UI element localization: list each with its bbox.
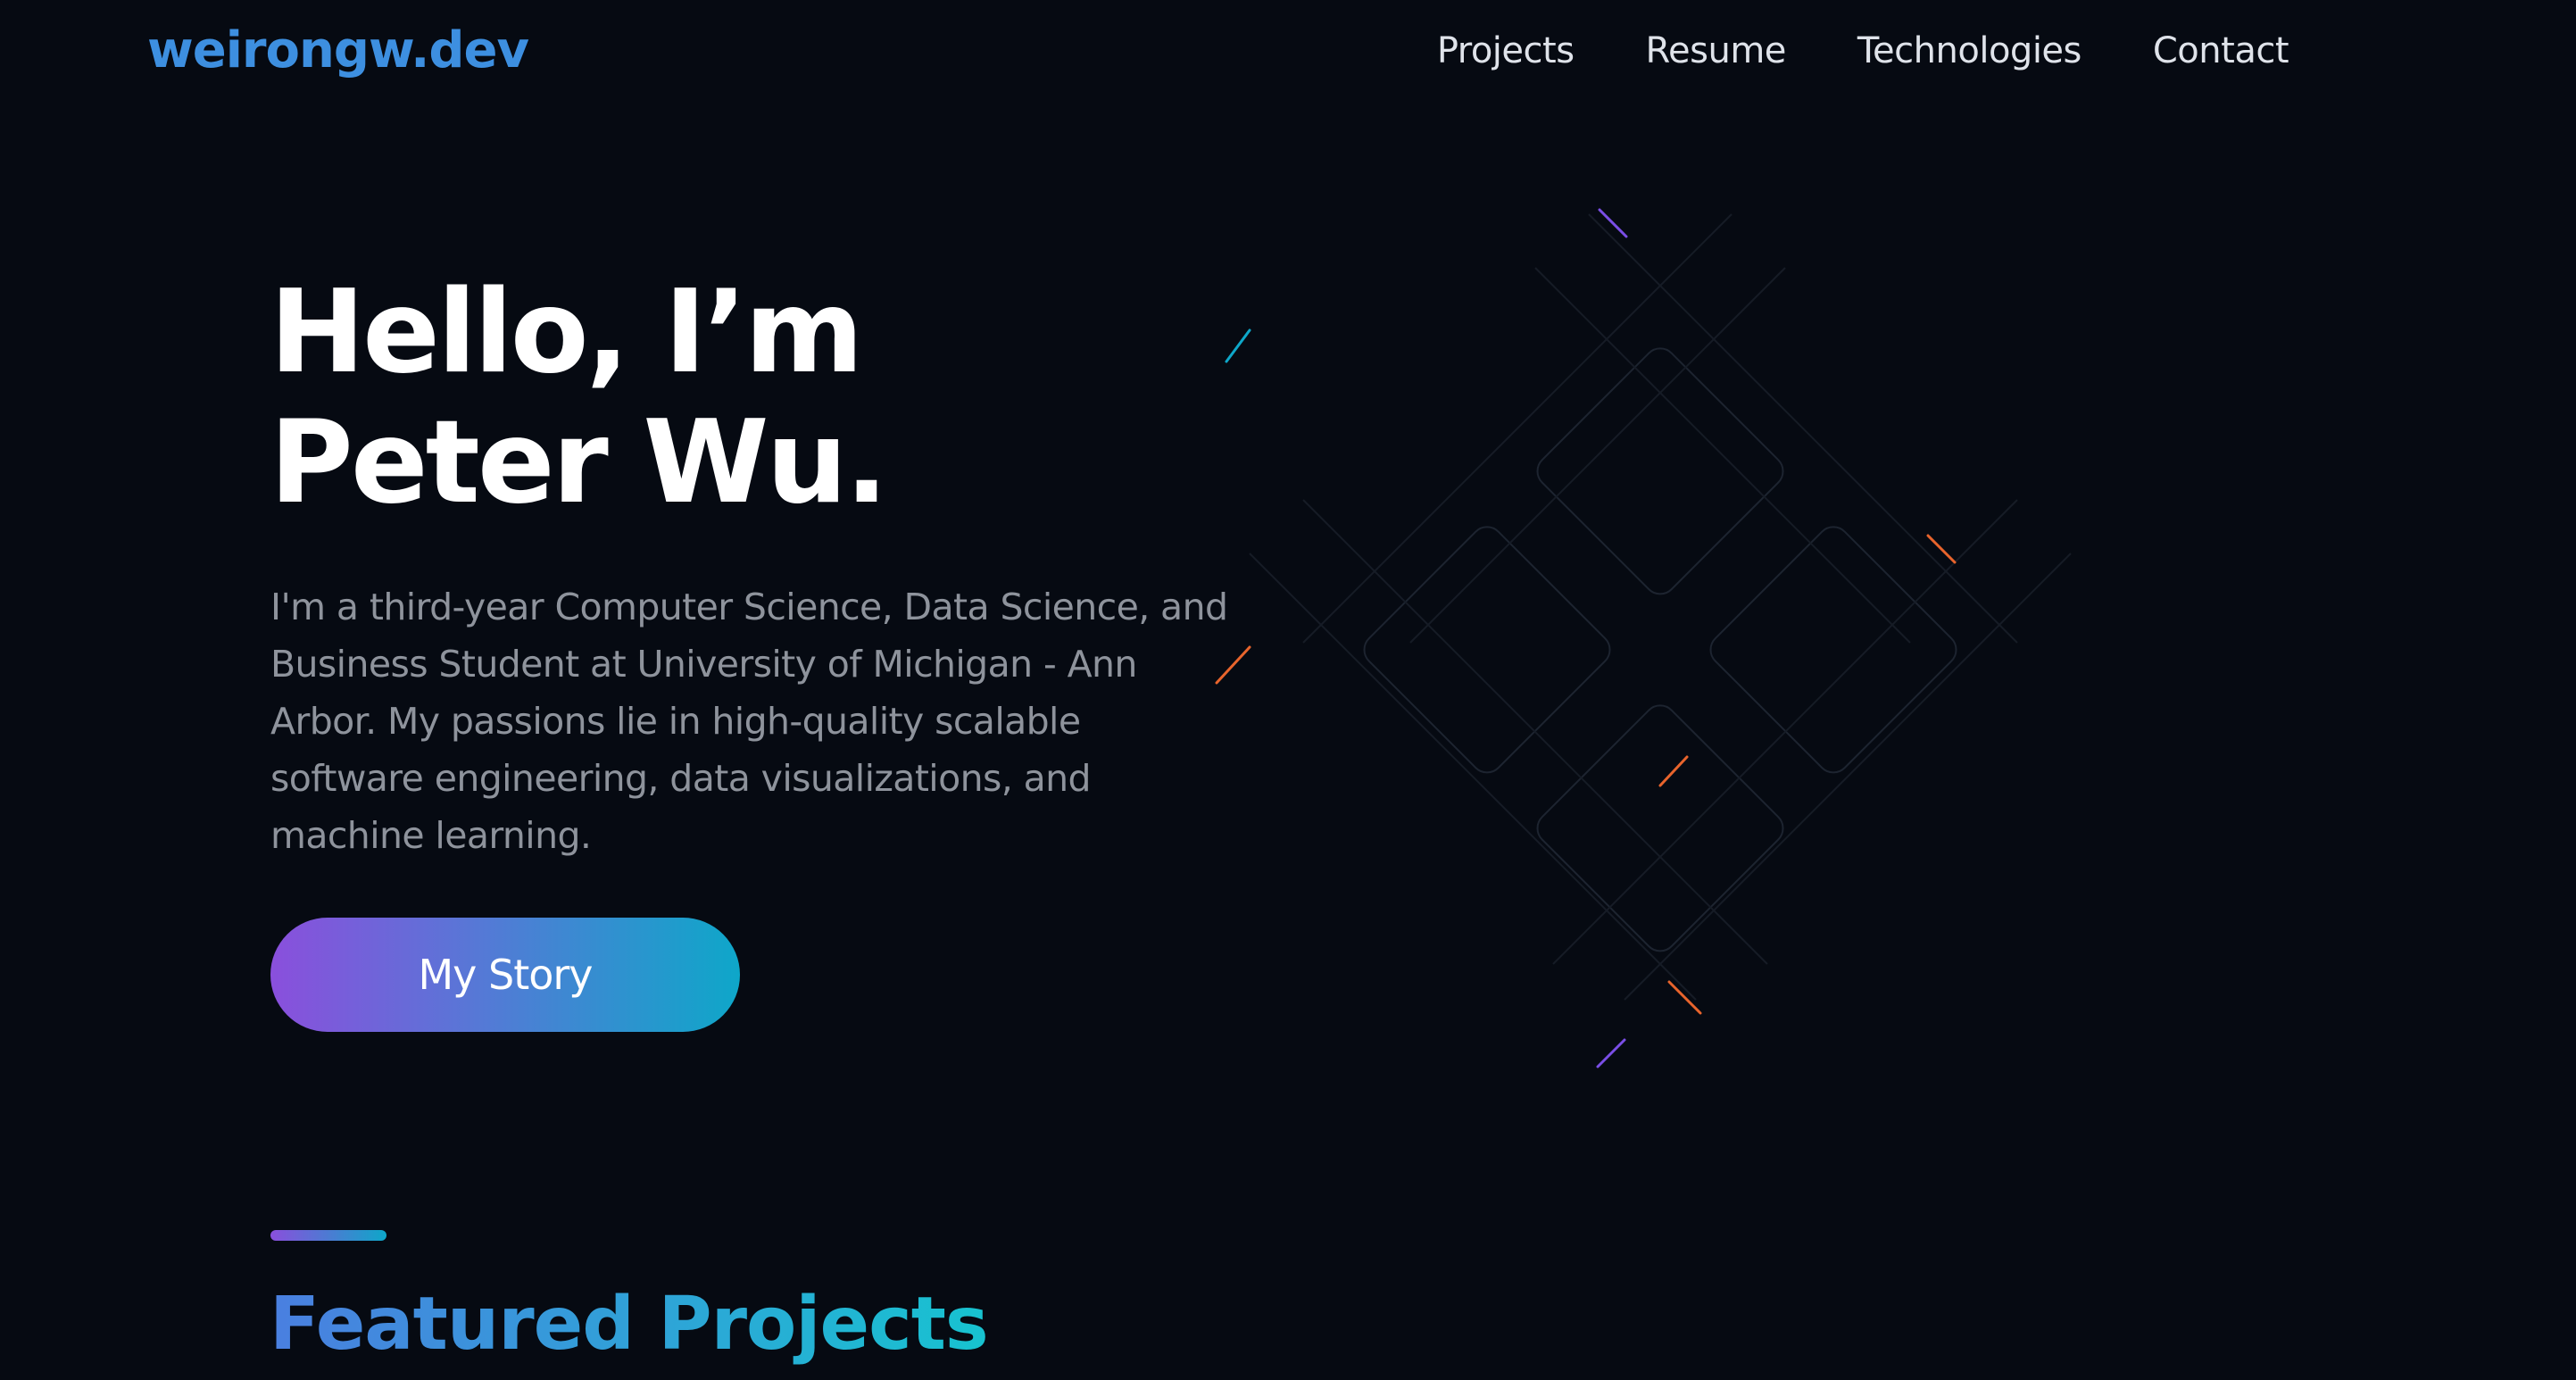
diamond-tile-right — [1709, 526, 1957, 774]
hero-title-line2: Peter Wu. — [270, 396, 888, 529]
page: weirongw.dev Projects Resume Technologie… — [0, 0, 2576, 1380]
accent-streak — [1215, 645, 1251, 685]
hero-description: I'm a third-year Computer Science, Data … — [270, 586, 1228, 857]
nav-link-projects[interactable]: Projects — [1437, 30, 1575, 71]
diamond-tile-left — [1363, 526, 1611, 774]
hero-title: Hello, I’m Peter Wu. — [270, 266, 888, 529]
diamond-tile-top — [1536, 347, 1784, 595]
decorative-diamond-graphic — [1215, 208, 2072, 1068]
hero-title-line1: Hello, I’m — [270, 266, 863, 399]
site-logo[interactable]: weirongw.dev — [147, 21, 529, 79]
accent-streak — [1598, 208, 1628, 238]
accent-streak — [1658, 755, 1689, 787]
featured-projects-title: Featured Projects — [270, 1282, 989, 1367]
accent-streak — [1225, 328, 1251, 363]
main-nav: Projects Resume Technologies Contact — [1437, 30, 2289, 71]
nav-link-resume[interactable]: Resume — [1646, 30, 1787, 71]
accent-streak — [1667, 980, 1702, 1015]
nav-link-contact[interactable]: Contact — [2153, 30, 2289, 71]
accent-streak — [1596, 1038, 1626, 1068]
diamond-tile-bottom — [1536, 704, 1784, 952]
nav-link-technologies[interactable]: Technologies — [1857, 30, 2082, 71]
my-story-button[interactable]: My Story — [270, 918, 740, 1032]
section-accent-bar — [270, 1230, 386, 1241]
